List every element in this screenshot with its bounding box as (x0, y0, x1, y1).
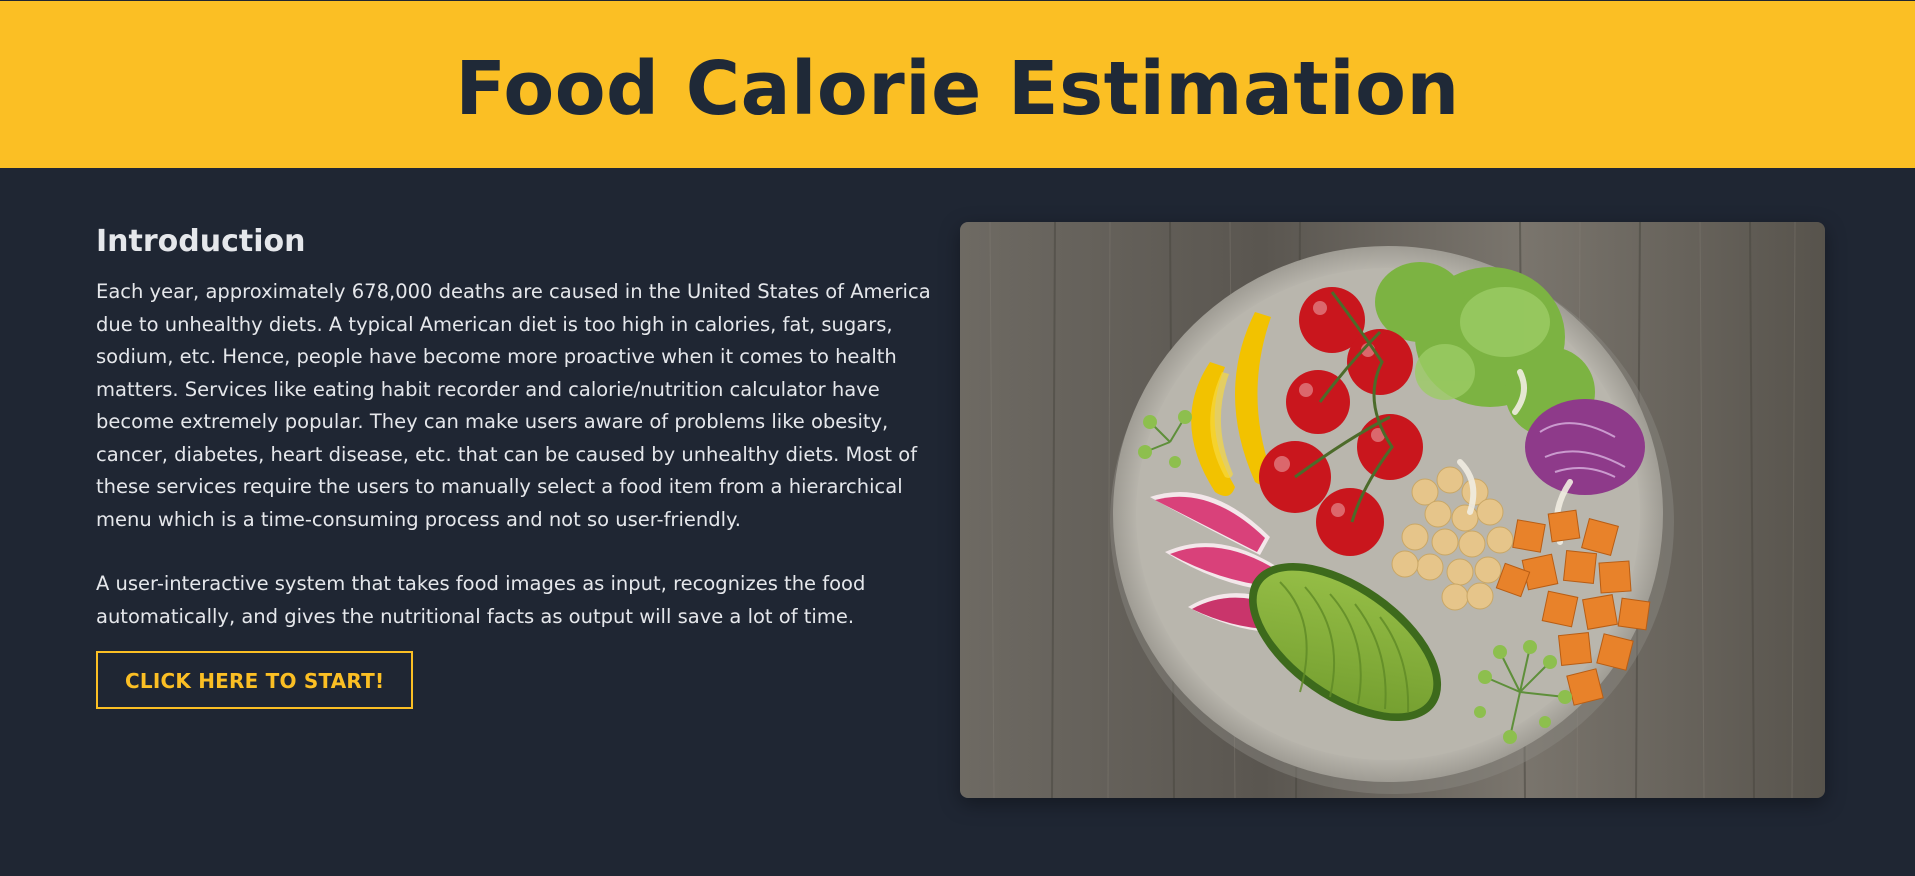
main-content: Introduction Each year, approximately 67… (0, 168, 1915, 876)
page-header: Food Calorie Estimation (0, 0, 1915, 168)
page-title: Food Calorie Estimation (455, 45, 1460, 132)
food-bowl-image (960, 222, 1825, 798)
start-button[interactable]: CLICK HERE TO START! (96, 651, 414, 709)
intro-paragraph-1: Each year, approximately 678,000 deaths … (96, 280, 931, 531)
intro-heading: Introduction (96, 224, 306, 259)
food-bowl-illustration (960, 222, 1825, 798)
intro-section: Introduction Each year, approximately 67… (96, 224, 941, 709)
intro-paragraph-2: A user-interactive system that takes foo… (96, 572, 866, 628)
